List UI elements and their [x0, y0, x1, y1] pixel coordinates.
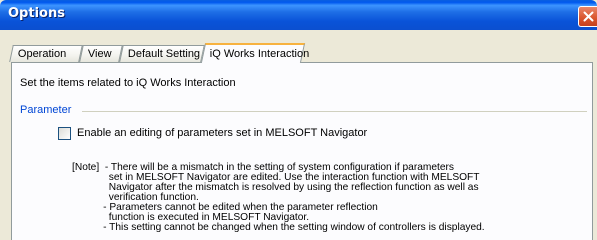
tab-default-setting-label: Default Setting [127, 48, 201, 60]
title-bar[interactable]: Options [0, 0, 597, 30]
tab-iq-works-interaction-label: iQ Works Interaction [209, 48, 310, 60]
tab-operation[interactable]: Operation [9, 45, 83, 62]
options-dialog: Options Operation View Default Setting i… [0, 0, 597, 240]
enable-editing-checkbox[interactable] [58, 127, 71, 140]
tab-default-setting[interactable]: Default Setting [119, 45, 205, 62]
tab-view-label: View [87, 48, 112, 60]
window-title: Options [8, 6, 65, 21]
close-icon [583, 11, 594, 22]
group-divider [82, 111, 587, 112]
tab-iq-works-interaction[interactable]: iQ Works Interaction [200, 43, 309, 63]
close-button[interactable] [578, 6, 597, 27]
group-label-parameter: Parameter [20, 104, 76, 116]
tab-panel: Set the items related to iQ Works Intera… [11, 62, 593, 240]
tab-operation-label: Operation [17, 48, 67, 60]
note-line: - This setting cannot be changed when th… [72, 222, 485, 233]
panel-description: Set the items related to iQ Works Intera… [20, 77, 236, 89]
note-text: [Note] - There will be a mismatch in the… [72, 162, 592, 233]
dialog-client-area: Operation View Default Setting iQ Works … [3, 30, 597, 240]
tab-view[interactable]: View [79, 45, 123, 62]
enable-editing-checkbox-label[interactable]: Enable an editing of parameters set in M… [77, 127, 367, 139]
